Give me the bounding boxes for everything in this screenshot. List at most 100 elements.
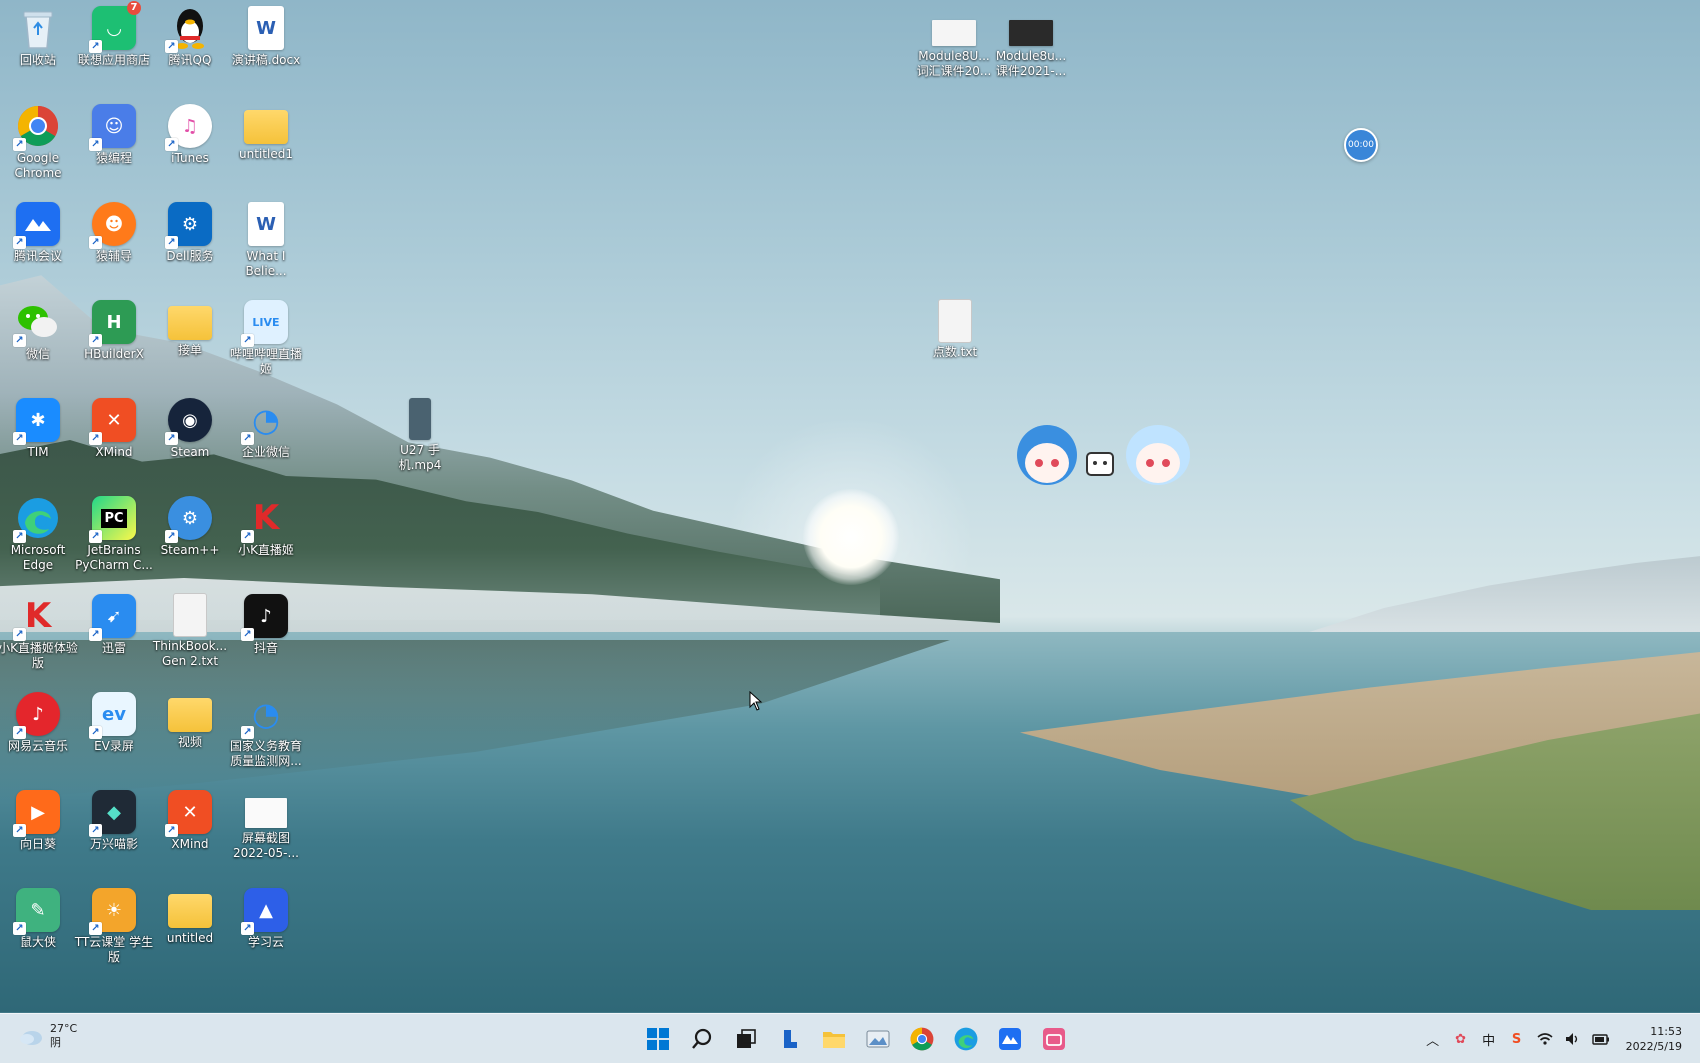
start-button[interactable] xyxy=(640,1021,676,1057)
qq-penguin-icon: ↗ xyxy=(165,6,212,53)
bilibili-mascot-widget[interactable] xyxy=(1015,415,1195,490)
desktop-icon-speech-docx[interactable]: W 演讲稿.docx xyxy=(228,6,304,68)
desktop-icon-lenovo-app-store[interactable]: ◡ 7 ↗ 联想应用商店 xyxy=(76,1,152,68)
task-view-icon xyxy=(737,1029,756,1048)
desktop-icon-ev-recorder[interactable]: ev ↗ EV录屏 xyxy=(76,692,152,754)
hbuilderx-icon: H ↗ xyxy=(89,300,136,347)
desktop-icon-dianshu-txt[interactable]: 点数.txt xyxy=(917,300,993,360)
desktop-icon-qq[interactable]: ↗ 腾讯QQ xyxy=(152,6,228,68)
pycharm-icon: PC ↗ xyxy=(89,496,136,543)
desktop-icon-tim[interactable]: ✱ ↗ TIM xyxy=(0,398,76,460)
show-hidden-icons-chevron-up-icon[interactable]: ︿ xyxy=(1424,1030,1442,1049)
notification-badge: 7 xyxy=(127,1,141,15)
filmora-icon: ◆ ↗ xyxy=(89,790,136,837)
system-clock[interactable]: 11:53 2022/5/19 xyxy=(1626,1024,1682,1054)
taskbar-bilibili-live[interactable] xyxy=(1036,1021,1072,1057)
taskbar-chrome[interactable] xyxy=(904,1021,940,1057)
desktop-icon-netease-music[interactable]: ♪ ↗ 网易云音乐 xyxy=(0,692,76,754)
tt-cloud-class-icon: ☀ ↗ xyxy=(89,888,136,935)
desktop-icon-national-education-monitor[interactable]: ◔ ↗ 国家义务教育质量监测网... xyxy=(228,692,304,769)
desktop-icon-thinkbook-txt[interactable]: ThinkBook... Gen 2.txt xyxy=(152,594,228,669)
web-shortcut-icon: ◔ ↗ xyxy=(241,692,288,739)
tencent-meeting-icon xyxy=(999,1028,1021,1050)
edge-icon xyxy=(954,1027,978,1051)
weather-description: 阴 xyxy=(50,1036,61,1049)
desktop-icon-wondershare-filmora[interactable]: ◆ ↗ 万兴喵影 xyxy=(76,790,152,852)
icon-label: Microsoft Edge xyxy=(10,543,66,572)
desktop-icon-sunlogin[interactable]: ▶ ↗ 向日葵 xyxy=(0,790,76,852)
desktop-icon-u27-video[interactable]: U27 手机.mp4 xyxy=(382,398,458,473)
wechat-icon: ↗ xyxy=(13,300,60,347)
presentation-file-icon xyxy=(1009,20,1053,46)
desktop-icon-tt-cloud-class[interactable]: ☀ ↗ TT云课堂 学生版 xyxy=(75,888,153,965)
desktop-icon-dell-service[interactable]: ⚙ ↗ Dell服务 xyxy=(152,202,228,264)
desktop-icon-folder-untitled1[interactable]: untitled1 xyxy=(228,104,304,162)
desktop-icon-folder-video[interactable]: 视频 xyxy=(152,692,228,750)
icon-label: 网易云音乐 xyxy=(7,739,68,753)
taskbar-tencent-meeting[interactable] xyxy=(992,1021,1028,1057)
desktop-icon-yuanfudao[interactable]: ☻ ↗ 猿辅导 xyxy=(76,202,152,264)
yuanfudao-icon: ☻ ↗ xyxy=(89,202,136,249)
desktop-icon-module8-vocab[interactable]: Module8U... 词汇课件20... xyxy=(916,20,992,79)
desktop-icon-xiaok-live-trial[interactable]: K ↗ 小K直播姬体验版 xyxy=(0,594,78,671)
desktop-icon-steam-plus-plus[interactable]: ⚙ ↗ Steam++ xyxy=(152,496,228,558)
steam-icon: ◉ ↗ xyxy=(165,398,212,445)
icon-label: Steam xyxy=(170,445,210,459)
tray-app-icon[interactable]: ✿ xyxy=(1452,1030,1470,1048)
desktop-icon-yuanbiancheng[interactable]: ☺ ↗ 猿编程 xyxy=(76,104,152,166)
desktop-icon-xmind-2[interactable]: ✕ ↗ XMind xyxy=(152,790,228,852)
desktop-icon-folder-jiedan[interactable]: 接单 xyxy=(152,300,228,358)
taskbar-file-explorer[interactable] xyxy=(816,1021,852,1057)
icon-label: Google Chrome xyxy=(14,151,62,180)
search-button[interactable] xyxy=(684,1021,720,1057)
steam-plus-plus-icon: ⚙ ↗ xyxy=(165,496,212,543)
input-method-indicator[interactable]: 中 xyxy=(1480,1030,1498,1049)
icon-label: 演讲稿.docx xyxy=(231,53,301,67)
taskbar-lenovo-vantage[interactable] xyxy=(772,1021,808,1057)
battery-charging-icon[interactable] xyxy=(1591,1030,1610,1048)
desktop-icon-bilibili-live[interactable]: LIVE ↗ 哔哩哔哩直播姬 xyxy=(228,300,304,377)
desktop-icon-xunlei[interactable]: ➹ ↗ 迅雷 xyxy=(76,594,152,656)
icon-label: What I Belie... xyxy=(245,249,287,278)
desktop-icon-douyin[interactable]: ♪ ↗ 抖音 xyxy=(228,594,304,656)
weather-temperature: 27°C xyxy=(50,1022,78,1035)
desktop-icon-folder-untitled[interactable]: untitled xyxy=(152,888,228,946)
volume-icon[interactable] xyxy=(1564,1030,1582,1048)
chrome-icon xyxy=(910,1027,934,1051)
desktop-icon-xmind-1[interactable]: ✕ ↗ XMind xyxy=(76,398,152,460)
sogou-ime-icon[interactable]: S xyxy=(1508,1030,1526,1048)
weather-widget[interactable]: 27°C 阴 xyxy=(18,1022,77,1050)
icon-label: 鼠大侠 xyxy=(19,935,56,949)
icon-label: untitled xyxy=(166,931,214,945)
desktop-icon-wecom[interactable]: ◔ ↗ 企业微信 xyxy=(228,398,304,460)
taskbar-edge[interactable] xyxy=(948,1021,984,1057)
desktop-icon-what-i-believe[interactable]: W What I Belie... xyxy=(228,202,304,279)
desktop-icon-google-chrome[interactable]: ↗ Google Chrome xyxy=(0,104,76,181)
desktop-icon-microsoft-edge[interactable]: ↗ Microsoft Edge xyxy=(0,496,76,573)
recording-timer-bubble[interactable]: 00:00 xyxy=(1344,128,1378,162)
desktop-icon-xiaok-live[interactable]: K ↗ 小K直播姬 xyxy=(228,496,304,558)
wallpaper-mountain-right xyxy=(1300,554,1700,635)
desktop-icon-tencent-meeting[interactable]: ↗ 腾讯会议 xyxy=(0,202,76,264)
search-icon xyxy=(692,1028,712,1049)
desktop-icon-module8-courseware[interactable]: Module8u... 课件2021-... xyxy=(993,20,1069,79)
taskbar-photos[interactable] xyxy=(860,1021,896,1057)
desktop-icon-recycle-bin[interactable]: 回收站 xyxy=(0,6,76,68)
icon-label: TIM xyxy=(27,445,49,459)
task-view-button[interactable] xyxy=(728,1021,764,1057)
xuexiyun-icon: ▲ ↗ xyxy=(241,888,288,935)
desktop-icon-screenshot[interactable]: 屏幕截图 2022-05-... xyxy=(228,790,304,861)
clock-date: 2022/5/19 xyxy=(1625,1040,1682,1053)
wifi-icon[interactable] xyxy=(1536,1030,1554,1048)
icon-label: 学习云 xyxy=(247,935,284,949)
desktop-icon-xuexiyun[interactable]: ▲ ↗ 学习云 xyxy=(228,888,304,950)
desktop-icon-hbuilderx[interactable]: H ↗ HBuilderX xyxy=(76,300,152,362)
icon-label: 屏幕截图 2022-05-... xyxy=(233,831,299,860)
icon-label: 小K直播姬 xyxy=(238,543,294,557)
desktop-icon-pycharm[interactable]: PC ↗ JetBrains PyCharm C... xyxy=(75,496,153,573)
desktop-icon-itunes[interactable]: ♫ ↗ iTunes xyxy=(152,104,228,166)
desktop-icon-steam[interactable]: ◉ ↗ Steam xyxy=(152,398,228,460)
mouse-cursor-icon xyxy=(749,691,763,711)
desktop-icon-wechat[interactable]: ↗ 微信 xyxy=(0,300,76,362)
desktop-icon-shudaxia[interactable]: ✎ ↗ 鼠大侠 xyxy=(0,888,76,950)
